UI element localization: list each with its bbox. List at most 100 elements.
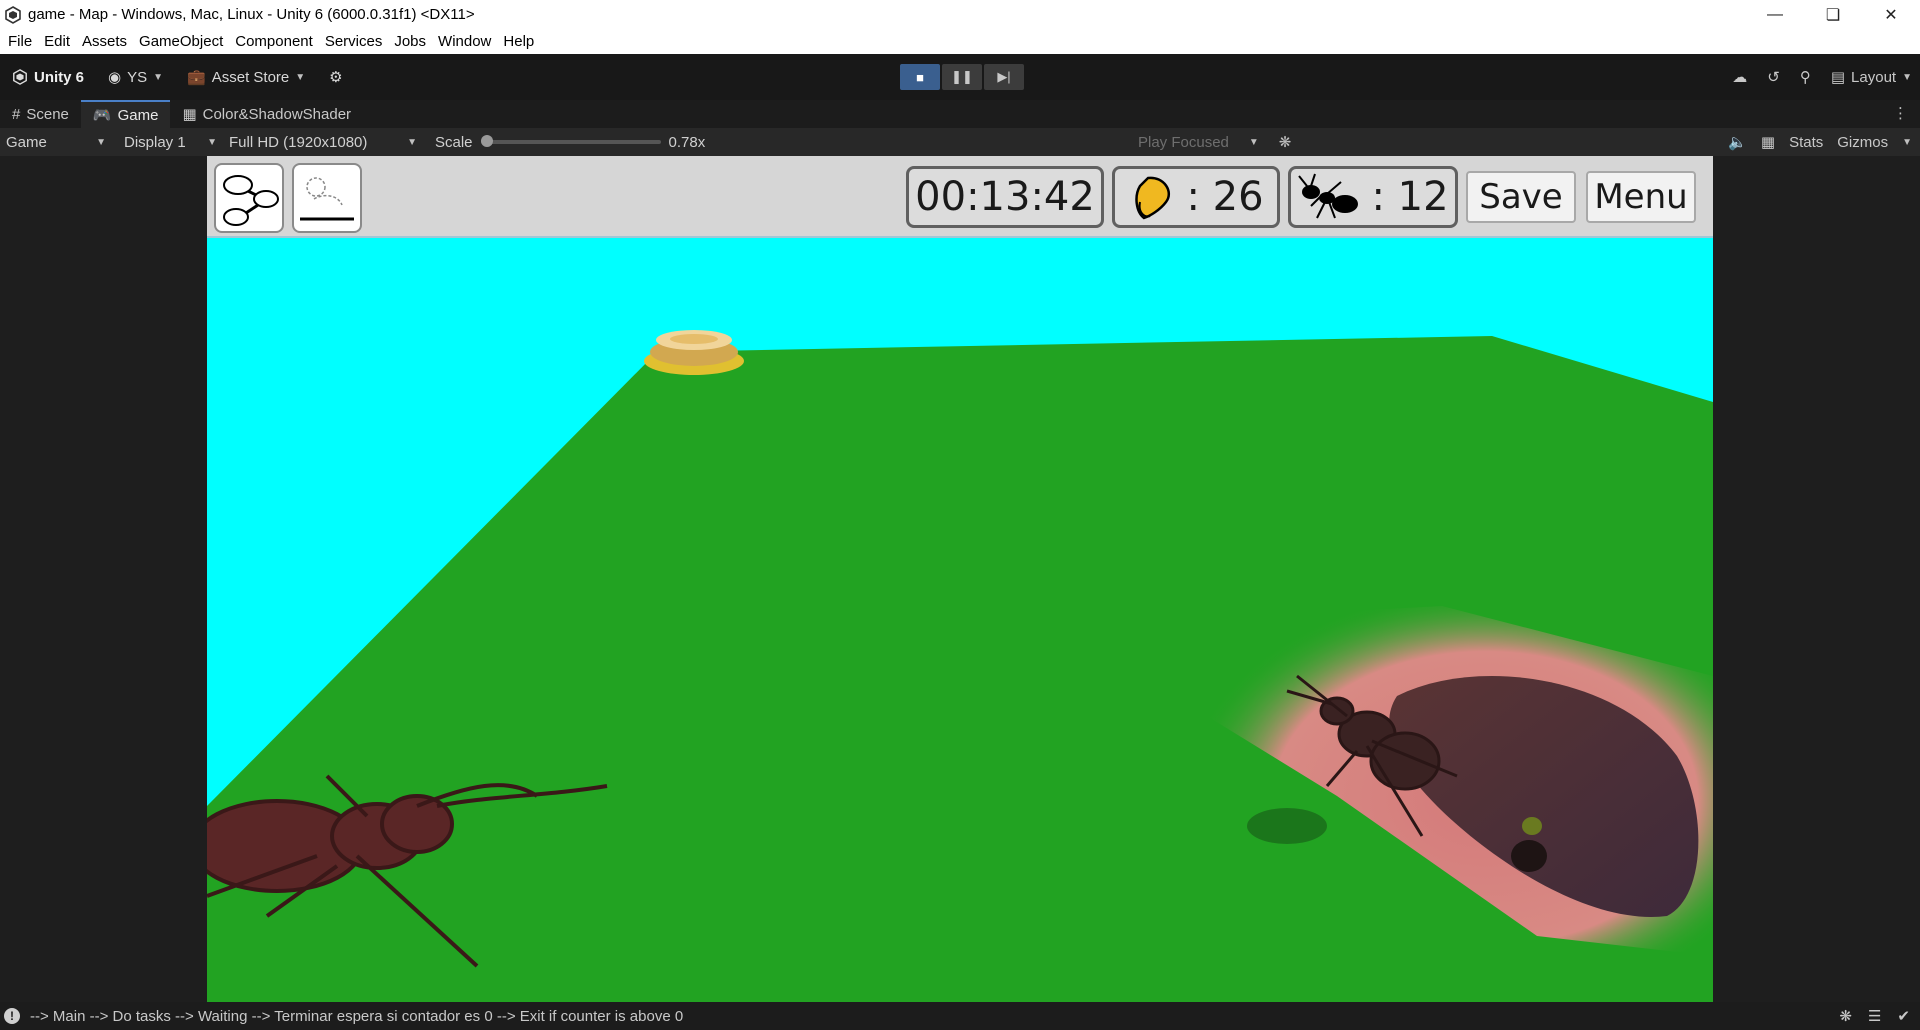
resolution-label: Full HD (1920x1080)	[229, 133, 368, 151]
shader-icon: ▦	[182, 106, 197, 123]
layout-icon: ▤	[1830, 69, 1846, 86]
play-button[interactable]: ■	[900, 64, 940, 90]
cloud-icon[interactable]: ☁	[1732, 68, 1747, 86]
chevron-down-icon: ▼	[295, 71, 306, 83]
ant-icon	[1298, 173, 1359, 219]
view-mode-dropdown[interactable]: Game ▼	[0, 128, 112, 156]
game-viewport[interactable]: 00:13:42 : 26 : 12 Save Menu	[207, 156, 1713, 1002]
unity-logo-icon	[13, 69, 27, 85]
play-controls: ■ ❚❚ ▶|	[900, 64, 1024, 90]
network-tool-button[interactable]	[214, 163, 284, 233]
game-view-toolbar-right: 🔈 ▦ Stats Gizmos ▼	[1728, 128, 1920, 156]
chevron-down-icon[interactable]: ▼	[1902, 137, 1912, 148]
menu-bar: File Edit Assets GameObject Component Se…	[0, 29, 1920, 54]
unity-logo-icon	[5, 5, 21, 24]
tab-scene[interactable]: # Scene	[0, 100, 81, 128]
tab-color-shadow-shader[interactable]: ▦ Color&ShadowShader	[170, 100, 363, 128]
tab-game[interactable]: 🎮 Game	[80, 100, 171, 128]
more-options-icon[interactable]: ⋮	[1893, 104, 1908, 122]
menu-gameobject[interactable]: GameObject	[133, 33, 229, 50]
bug-icon[interactable]: ❋	[1279, 133, 1292, 151]
step-button[interactable]: ▶|	[984, 64, 1024, 90]
account-label: YS	[127, 68, 148, 86]
restore-icon: ❏	[1825, 6, 1841, 24]
game-view-toolbar: Game ▼ Display 1 ▼ Full HD (1920x1080) ▼…	[0, 128, 1920, 156]
scale-label: Scale	[435, 133, 473, 151]
save-button[interactable]: Save	[1466, 171, 1576, 223]
terrain-tool-button[interactable]	[292, 163, 362, 233]
minimize-button[interactable]: —	[1746, 0, 1804, 29]
network-tool-icon	[223, 175, 279, 226]
tab-shader-label: Color&ShadowShader	[202, 105, 352, 123]
menu-window[interactable]: Window	[432, 33, 497, 50]
resolution-dropdown[interactable]: Full HD (1920x1080) ▼	[223, 128, 423, 156]
minimize-icon: —	[1767, 5, 1783, 23]
chevron-down-icon: ▼	[1902, 71, 1912, 83]
chevron-down-icon: ▼	[407, 136, 417, 148]
menu-file[interactable]: File	[2, 33, 38, 50]
account-icon: ◉	[108, 69, 122, 86]
menu-jobs[interactable]: Jobs	[388, 33, 432, 50]
ant-counter: : 12	[1288, 166, 1458, 228]
layout-dropdown[interactable]: ▤ Layout ▼	[1831, 62, 1912, 92]
scale-slider-handle[interactable]	[480, 135, 493, 147]
debug-off-icon[interactable]: ❋	[1839, 1007, 1852, 1025]
terrain-tool-icon	[300, 177, 354, 221]
layout-label: Layout	[1851, 68, 1897, 86]
pause-icon: ❚❚	[951, 69, 973, 84]
unity-version-label: Unity 6	[34, 68, 85, 86]
window-title: game - Map - Windows, Mac, Linux - Unity…	[28, 6, 475, 23]
menu-component[interactable]: Component	[229, 33, 319, 50]
stop-icon: ■	[916, 69, 924, 85]
play-mode-label: Play Focused	[1138, 133, 1229, 151]
timer-display: 00:13:42	[906, 166, 1104, 228]
unity-version-button[interactable]: Unity 6	[0, 62, 96, 92]
chevron-down-icon: ▼	[207, 136, 217, 148]
ant-count: : 12	[1371, 174, 1449, 220]
close-icon: ✕	[1884, 6, 1898, 24]
package-settings-button[interactable]: ⚙	[317, 62, 354, 92]
chevron-down-icon: ▼	[153, 71, 164, 83]
menu-edit[interactable]: Edit	[38, 33, 76, 50]
close-button[interactable]: ✕	[1862, 0, 1920, 29]
bag-icon: 💼	[187, 69, 206, 86]
seed-counter: : 26	[1112, 166, 1280, 228]
ant-shadow	[1247, 808, 1327, 844]
status-bar: ! --> Main --> Do tasks --> Waiting --> …	[0, 1002, 1920, 1030]
title-bar: game - Map - Windows, Mac, Linux - Unity…	[0, 0, 1920, 29]
step-icon: ▶|	[997, 69, 1011, 84]
pause-button[interactable]: ❚❚	[942, 64, 982, 90]
asset-store-label: Asset Store	[211, 68, 290, 86]
menu-button[interactable]: Menu	[1586, 171, 1696, 223]
menu-assets[interactable]: Assets	[76, 33, 133, 50]
chevron-down-icon: ▼	[1248, 136, 1259, 148]
menu-help[interactable]: Help	[497, 33, 540, 50]
display-dropdown[interactable]: Display 1 ▼	[118, 128, 223, 156]
chevron-down-icon: ▼	[96, 136, 106, 148]
toolbar-right: ☁ ↺ ⚲ ▤ Layout ▼	[1732, 62, 1912, 92]
cache-server-icon[interactable]: ☰	[1868, 1007, 1881, 1025]
gear-icon: ⚙	[329, 69, 343, 86]
aspect-grid-icon[interactable]: ▦	[1761, 133, 1775, 151]
console-message[interactable]: --> Main --> Do tasks --> Waiting --> Te…	[30, 1008, 683, 1025]
scale-value: 0.78x	[668, 133, 706, 151]
status-bar-right: ❋ ☰ ✔	[1839, 1007, 1910, 1025]
scale-slider[interactable]	[480, 135, 661, 147]
asset-store-dropdown[interactable]: 💼 Asset Store ▼	[175, 62, 317, 92]
gamepad-icon: 🎮	[92, 107, 112, 124]
account-dropdown[interactable]: ◉ YS ▼	[96, 62, 175, 92]
seed-icon	[1135, 176, 1171, 220]
history-icon[interactable]: ↺	[1767, 68, 1780, 86]
tab-game-label: Game	[117, 106, 159, 124]
gizmos-button[interactable]: Gizmos	[1837, 134, 1888, 151]
play-mode-dropdown[interactable]: Play Focused ▼ ❋	[1138, 128, 1291, 156]
search-icon[interactable]: ⚲	[1800, 68, 1811, 86]
restore-button[interactable]: ❏	[1804, 0, 1862, 29]
audio-icon[interactable]: 🔈	[1728, 133, 1747, 151]
main-toolbar: Unity 6 ◉ YS ▼ 💼 Asset Store ▼ ⚙ ■ ❚❚ ▶|…	[0, 54, 1920, 100]
game-scene	[207, 156, 1713, 1002]
menu-services[interactable]: Services	[319, 33, 389, 50]
stats-button[interactable]: Stats	[1789, 134, 1823, 151]
tab-scene-label: Scene	[26, 105, 69, 123]
check-circle-icon[interactable]: ✔	[1897, 1007, 1910, 1025]
